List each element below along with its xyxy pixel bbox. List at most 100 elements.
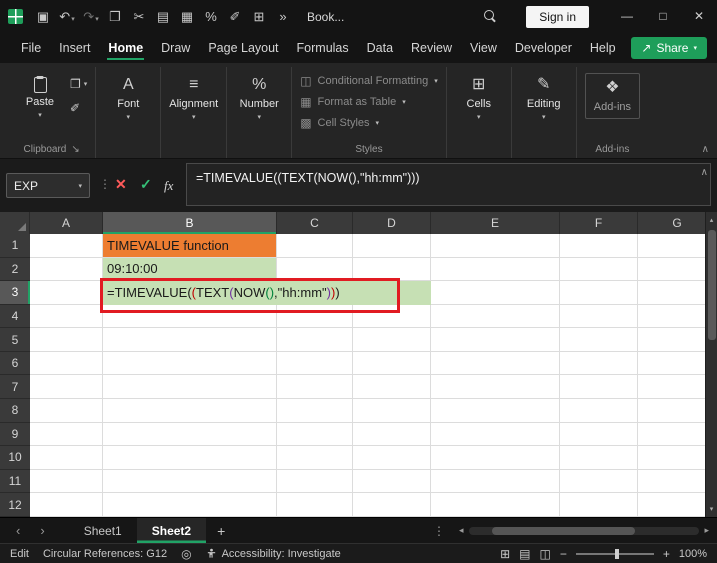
cell-A11[interactable] bbox=[30, 470, 103, 494]
row-header-12[interactable]: 12 bbox=[0, 493, 30, 517]
scroll-left-icon[interactable]: ◂ bbox=[459, 525, 464, 536]
name-box[interactable]: EXP ▾ bbox=[6, 173, 90, 198]
borders-icon[interactable]: ⊞ bbox=[249, 9, 269, 25]
cancel-entry-icon[interactable]: ✕ bbox=[115, 176, 127, 193]
sign-in-button[interactable]: Sign in bbox=[526, 6, 589, 28]
number-button[interactable]: % Number ▾ bbox=[235, 69, 283, 121]
cell-F7[interactable] bbox=[560, 375, 638, 399]
cell-C5[interactable] bbox=[277, 328, 353, 352]
cell-F3[interactable] bbox=[560, 281, 638, 305]
paste-button[interactable]: Paste ▾ bbox=[16, 69, 64, 119]
formula-bar-collapse-icon[interactable]: ∧ bbox=[701, 167, 708, 178]
sheet-tab-sheet1[interactable]: Sheet1 bbox=[69, 518, 137, 543]
cell-E11[interactable] bbox=[431, 470, 560, 494]
cell-F11[interactable] bbox=[560, 470, 638, 494]
undo-icon[interactable]: ↶▾ bbox=[57, 9, 77, 25]
cell-B7[interactable] bbox=[103, 375, 277, 399]
cell-F8[interactable] bbox=[560, 399, 638, 423]
zoom-slider-thumb[interactable] bbox=[615, 549, 619, 559]
cell-D10[interactable] bbox=[353, 446, 431, 470]
cell-F4[interactable] bbox=[560, 305, 638, 329]
row-header-9[interactable]: 9 bbox=[0, 423, 30, 447]
row-header-10[interactable]: 10 bbox=[0, 446, 30, 470]
row-header-7[interactable]: 7 bbox=[0, 375, 30, 399]
search-icon[interactable] bbox=[483, 9, 498, 24]
cell-C7[interactable] bbox=[277, 375, 353, 399]
cell-F5[interactable] bbox=[560, 328, 638, 352]
cell-A10[interactable] bbox=[30, 446, 103, 470]
cell-D11[interactable] bbox=[353, 470, 431, 494]
active-cell-B3-edit[interactable]: =TIMEVALUE((TEXT(NOW(),"hh:mm"))) bbox=[103, 281, 431, 305]
row-header-4[interactable]: 4 bbox=[0, 305, 30, 329]
cells-button[interactable]: ⊞ Cells ▾ bbox=[455, 69, 503, 121]
menu-tab-formulas[interactable]: Formulas bbox=[288, 34, 358, 62]
cell-E8[interactable] bbox=[431, 399, 560, 423]
cell-A2[interactable] bbox=[30, 258, 103, 282]
percent-icon[interactable]: % bbox=[201, 9, 221, 24]
cell-D12[interactable] bbox=[353, 493, 431, 517]
cell-D4[interactable] bbox=[353, 305, 431, 329]
menu-tab-data[interactable]: Data bbox=[358, 34, 402, 62]
cell-C12[interactable] bbox=[277, 493, 353, 517]
zoom-slider[interactable] bbox=[576, 548, 654, 560]
font-button[interactable]: A Font ▾ bbox=[104, 69, 152, 121]
zoom-out-button[interactable]: − bbox=[560, 547, 567, 561]
column-header-F[interactable]: F bbox=[560, 212, 638, 234]
cell-E5[interactable] bbox=[431, 328, 560, 352]
scroll-up-icon[interactable]: ▴ bbox=[710, 212, 714, 228]
excel-logo-icon[interactable] bbox=[8, 9, 23, 24]
cell-A8[interactable] bbox=[30, 399, 103, 423]
cell-B10[interactable] bbox=[103, 446, 277, 470]
cell-E2[interactable] bbox=[431, 258, 560, 282]
menu-tab-view[interactable]: View bbox=[461, 34, 506, 62]
zoom-in-button[interactable]: + bbox=[663, 547, 670, 561]
paint-icon[interactable]: ✐ bbox=[225, 9, 245, 25]
cell-C11[interactable] bbox=[277, 470, 353, 494]
menu-tab-home[interactable]: Home bbox=[99, 34, 152, 62]
cell-B8[interactable] bbox=[103, 399, 277, 423]
clipboard-dialog-launcher-icon[interactable]: ↘ bbox=[71, 144, 79, 155]
cell-styles-button[interactable]: ▩ Cell Styles ▾ bbox=[300, 116, 438, 130]
menu-tab-file[interactable]: File bbox=[12, 34, 50, 62]
cell-A5[interactable] bbox=[30, 328, 103, 352]
cell-D5[interactable] bbox=[353, 328, 431, 352]
cell-C4[interactable] bbox=[277, 305, 353, 329]
scroll-right-icon[interactable]: ▸ bbox=[704, 525, 709, 536]
sheet-nav-left-icon[interactable]: ‹ bbox=[6, 523, 30, 538]
conditional-formatting-button[interactable]: ◫ Conditional Formatting ▾ bbox=[300, 74, 438, 88]
close-button[interactable]: ✕ bbox=[681, 0, 717, 33]
cell-E3[interactable] bbox=[431, 281, 560, 305]
status-circular-references[interactable]: Circular References: G12 bbox=[43, 548, 167, 560]
page-layout-view-icon[interactable]: ▤ bbox=[519, 547, 530, 561]
scroll-down-icon[interactable]: ▾ bbox=[710, 501, 714, 517]
horizontal-scrollbar-track[interactable] bbox=[469, 527, 700, 535]
cell-C1[interactable] bbox=[277, 234, 353, 258]
page-break-view-icon[interactable]: ◫ bbox=[539, 547, 550, 561]
sheet-nav-right-icon[interactable]: › bbox=[30, 523, 54, 538]
confirm-entry-icon[interactable]: ✓ bbox=[140, 176, 152, 193]
row-header-2[interactable]: 2 bbox=[0, 258, 30, 282]
vertical-scrollbar[interactable]: ▴▾ bbox=[705, 212, 717, 517]
overflow-icon[interactable]: » bbox=[273, 9, 293, 24]
normal-view-icon[interactable]: ⊞ bbox=[500, 547, 510, 561]
maximize-button[interactable]: □ bbox=[645, 0, 681, 33]
column-header-E[interactable]: E bbox=[431, 212, 560, 234]
cell-B1[interactable]: TIMEVALUE function bbox=[103, 234, 277, 258]
row-header-6[interactable]: 6 bbox=[0, 352, 30, 376]
cell-F1[interactable] bbox=[560, 234, 638, 258]
cell-B12[interactable] bbox=[103, 493, 277, 517]
cell-E12[interactable] bbox=[431, 493, 560, 517]
column-header-C[interactable]: C bbox=[277, 212, 353, 234]
accessibility-status[interactable]: Accessibility: Investigate bbox=[206, 548, 341, 560]
formula-bar-input[interactable]: =TIMEVALUE((TEXT(NOW(),"hh:mm"))) bbox=[186, 163, 711, 206]
cell-C9[interactable] bbox=[277, 423, 353, 447]
cell-E9[interactable] bbox=[431, 423, 560, 447]
cell-E10[interactable] bbox=[431, 446, 560, 470]
cell-D1[interactable] bbox=[353, 234, 431, 258]
picture-icon[interactable]: ▤ bbox=[153, 9, 173, 25]
cell-F10[interactable] bbox=[560, 446, 638, 470]
format-painter-button[interactable]: ✐ bbox=[70, 101, 87, 115]
share-button[interactable]: ↗ Share ▾ bbox=[631, 37, 707, 59]
chart-icon[interactable]: ▦ bbox=[177, 9, 197, 25]
menu-tab-help[interactable]: Help bbox=[581, 34, 625, 62]
